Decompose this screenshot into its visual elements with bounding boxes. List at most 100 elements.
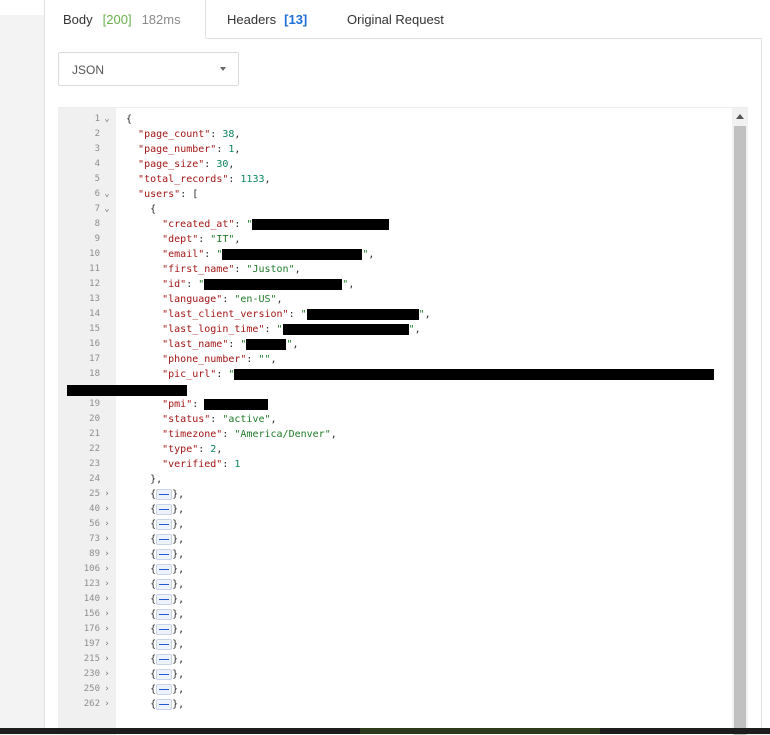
tab-headers-label: Headers bbox=[227, 12, 277, 27]
expand-toggle-icon[interactable]: › bbox=[102, 607, 112, 622]
line-number: 89 bbox=[89, 549, 100, 559]
expand-toggle-icon[interactable]: › bbox=[102, 487, 112, 502]
tab-body[interactable]: Body [200] 182ms bbox=[45, 0, 206, 38]
json-key: "verified" bbox=[162, 459, 223, 470]
code-line: 9 "dept": "IT", bbox=[58, 232, 734, 247]
json-punct: }, bbox=[172, 624, 185, 635]
expand-toggle-icon[interactable]: › bbox=[102, 517, 112, 532]
json-punct: }, bbox=[172, 684, 185, 695]
expand-toggle-icon[interactable]: › bbox=[102, 577, 112, 592]
json-punct: , bbox=[276, 294, 283, 305]
json-punct: }, bbox=[172, 654, 185, 665]
collapsed-object-icon[interactable] bbox=[156, 608, 173, 620]
line-number: 12 bbox=[89, 279, 100, 289]
collapsed-object-icon[interactable] bbox=[156, 623, 173, 635]
expand-toggle-icon[interactable]: › bbox=[102, 532, 112, 547]
code-line: 10 "email": " ", bbox=[58, 247, 734, 262]
fold-toggle-icon[interactable]: ⌄ bbox=[102, 187, 112, 202]
json-punct: , bbox=[292, 339, 299, 350]
expand-toggle-icon[interactable]: › bbox=[102, 637, 112, 652]
json-key: "id" bbox=[162, 279, 187, 290]
expand-toggle-icon[interactable]: › bbox=[102, 667, 112, 682]
line-number: 3 bbox=[94, 144, 100, 154]
scroll-up-arrow-icon[interactable] bbox=[736, 114, 744, 119]
json-value: 1133 bbox=[240, 174, 265, 185]
line-number: 5 bbox=[94, 174, 100, 184]
expand-toggle-icon[interactable]: › bbox=[102, 502, 112, 517]
scrollbar-thumb[interactable] bbox=[734, 126, 746, 735]
redacted-value bbox=[252, 218, 390, 230]
response-tabs: Body [200] 182ms Headers [13] Original Requ… bbox=[45, 0, 770, 38]
collapsed-line: 250 › {}, bbox=[58, 682, 734, 697]
expand-toggle-icon[interactable]: › bbox=[102, 697, 112, 712]
collapsed-object-icon[interactable] bbox=[156, 578, 173, 590]
line-number: 11 bbox=[89, 264, 100, 274]
collapsed-object-icon[interactable] bbox=[156, 503, 173, 515]
code-line: 23 "verified": 1 bbox=[58, 457, 734, 472]
json-punct: }, bbox=[172, 639, 185, 650]
redacted-value bbox=[204, 398, 269, 410]
redacted-value bbox=[246, 338, 287, 350]
collapsed-object-icon[interactable] bbox=[156, 593, 173, 605]
collapsed-line: 156 › {}, bbox=[58, 607, 734, 622]
json-key: "first_name" bbox=[162, 264, 235, 275]
collapsed-object-icon[interactable] bbox=[156, 638, 173, 650]
tabs-divider bbox=[206, 38, 762, 39]
expand-toggle-icon[interactable]: › bbox=[102, 682, 112, 697]
json-viewer[interactable]: 1 ⌄ { 2 "page_count": 38, 3 "page_number… bbox=[58, 107, 748, 735]
json-punct: , bbox=[216, 444, 223, 455]
bottom-edge bbox=[0, 728, 770, 734]
fold-toggle-icon[interactable]: ⌄ bbox=[102, 112, 112, 127]
line-number: 156 bbox=[83, 609, 100, 619]
line-number: 140 bbox=[83, 594, 100, 604]
json-key: "pic_url" bbox=[162, 369, 217, 380]
collapsed-object-icon[interactable] bbox=[156, 563, 173, 575]
json-key: "created_at" bbox=[162, 219, 235, 230]
code-line: 18 "pic_url": " bbox=[58, 367, 734, 397]
code-line: 2 "page_count": 38, bbox=[58, 127, 734, 142]
vertical-scrollbar[interactable] bbox=[732, 108, 748, 735]
line-number: 22 bbox=[89, 444, 100, 454]
collapsed-object-icon[interactable] bbox=[156, 683, 173, 695]
collapsed-object-icon[interactable] bbox=[156, 698, 173, 710]
expand-toggle-icon[interactable]: › bbox=[102, 592, 112, 607]
tab-original-request[interactable]: Original Request bbox=[347, 0, 444, 38]
collapsed-line: 176 › {}, bbox=[58, 622, 734, 637]
line-number: 23 bbox=[89, 459, 100, 469]
expand-toggle-icon[interactable]: › bbox=[102, 652, 112, 667]
json-key: "status" bbox=[162, 414, 211, 425]
json-punct: , bbox=[270, 354, 277, 365]
json-value: 38 bbox=[222, 129, 235, 140]
fold-toggle-icon[interactable]: ⌄ bbox=[102, 202, 112, 217]
collapsed-line: 40 › {}, bbox=[58, 502, 734, 517]
json-punct: : bbox=[210, 129, 223, 140]
line-number: 16 bbox=[89, 339, 100, 349]
json-punct: , bbox=[414, 324, 421, 335]
code-line: 20 "status": "active", bbox=[58, 412, 734, 427]
json-punct: }, bbox=[172, 609, 185, 620]
line-number: 40 bbox=[89, 504, 100, 514]
collapsed-object-icon[interactable] bbox=[156, 488, 173, 500]
collapsed-object-icon[interactable] bbox=[156, 533, 173, 545]
json-punct: , bbox=[368, 249, 375, 260]
line-number: 17 bbox=[89, 354, 100, 364]
line-number: 106 bbox=[83, 564, 100, 574]
collapsed-object-icon[interactable] bbox=[156, 518, 173, 530]
code-line: 19 "pmi": bbox=[58, 397, 734, 412]
collapsed-object-icon[interactable] bbox=[156, 548, 173, 560]
tab-headers[interactable]: Headers [13] bbox=[227, 0, 307, 38]
code-line: 3 "page_number": 1, bbox=[58, 142, 734, 157]
format-select[interactable]: JSON bbox=[58, 52, 239, 86]
json-value: "en-US" bbox=[234, 294, 277, 305]
expand-toggle-icon[interactable]: › bbox=[102, 562, 112, 577]
content-border bbox=[761, 38, 762, 734]
expand-toggle-icon[interactable]: › bbox=[102, 622, 112, 637]
collapsed-object-icon[interactable] bbox=[156, 668, 173, 680]
code-line: 4 "page_size": 30, bbox=[58, 157, 734, 172]
code-line: 16 "last_name": " ", bbox=[58, 337, 734, 352]
collapsed-object-icon[interactable] bbox=[156, 653, 173, 665]
line-number: 24 bbox=[89, 474, 100, 484]
code-line: 13 "language": "en-US", bbox=[58, 292, 734, 307]
json-value: "America/Denver" bbox=[234, 429, 331, 440]
expand-toggle-icon[interactable]: › bbox=[102, 547, 112, 562]
